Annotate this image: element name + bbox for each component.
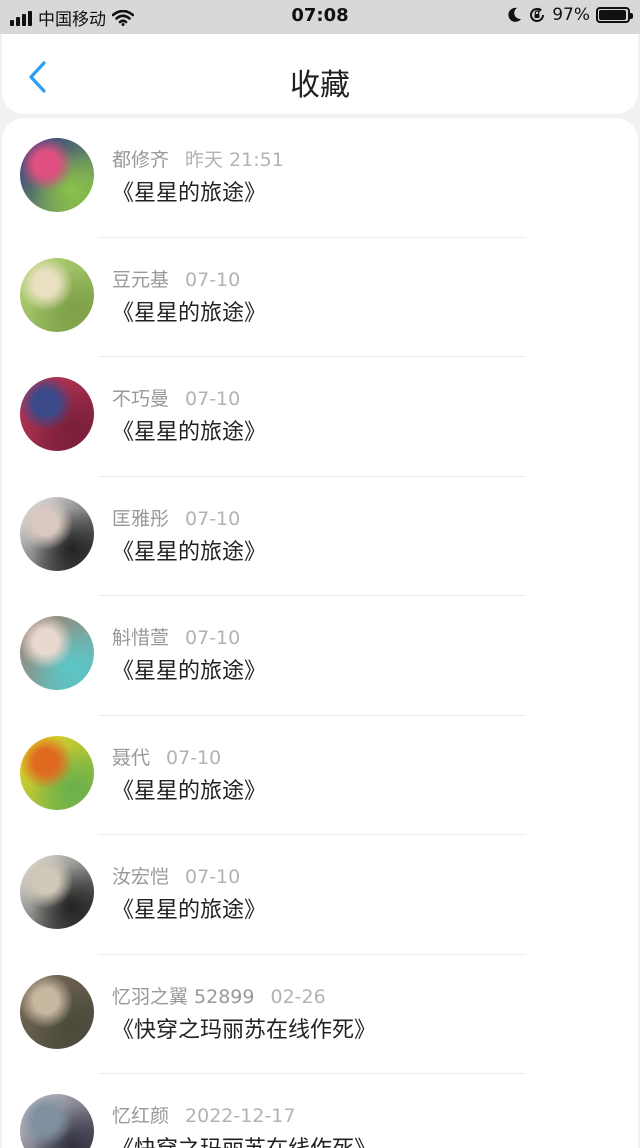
avatar[interactable] bbox=[20, 138, 94, 212]
item-meta: 豆元基 07-10 bbox=[112, 265, 240, 292]
list-item[interactable]: 忆红颜 2022-12-17 《快穿之玛丽苏在线作死》 bbox=[2, 1074, 638, 1148]
avatar[interactable] bbox=[20, 1094, 94, 1148]
item-meta: 忆红颜 2022-12-17 bbox=[112, 1101, 295, 1128]
avatar[interactable] bbox=[20, 855, 94, 929]
book-title[interactable]: 《星星的旅途》 bbox=[112, 773, 266, 805]
page-title: 收藏 bbox=[290, 68, 350, 103]
avatar[interactable] bbox=[20, 616, 94, 690]
battery-percent: 97% bbox=[552, 5, 590, 25]
list-item[interactable]: 聂代 07-10 《星星的旅途》 bbox=[2, 716, 638, 836]
user-name[interactable]: 忆红颜 bbox=[112, 1105, 169, 1127]
user-name[interactable]: 匡雅彤 bbox=[112, 508, 169, 530]
book-title[interactable]: 《星星的旅途》 bbox=[112, 414, 266, 446]
book-title[interactable]: 《星星的旅途》 bbox=[112, 892, 266, 924]
item-meta: 都修齐 昨天 21:51 bbox=[112, 145, 284, 172]
user-name[interactable]: 不巧曼 bbox=[112, 388, 169, 410]
user-name[interactable]: 忆羽之翼 52899 bbox=[112, 986, 254, 1008]
list-item[interactable]: 匡雅彤 07-10 《星星的旅途》 bbox=[2, 477, 638, 597]
user-name[interactable]: 聂代 bbox=[112, 747, 150, 769]
list-item[interactable]: 斛惜萱 07-10 《星星的旅途》 bbox=[2, 596, 638, 716]
book-title[interactable]: 《星星的旅途》 bbox=[112, 295, 266, 327]
item-meta: 不巧曼 07-10 bbox=[112, 384, 240, 411]
nav-header: 收藏 bbox=[2, 34, 638, 114]
item-date: 07-10 bbox=[166, 746, 222, 769]
item-meta: 忆羽之翼 52899 02-26 bbox=[112, 982, 326, 1009]
item-meta: 斛惜萱 07-10 bbox=[112, 623, 240, 650]
list-item[interactable]: 忆羽之翼 52899 02-26 《快穿之玛丽苏在线作死》 bbox=[2, 955, 638, 1075]
avatar[interactable] bbox=[20, 377, 94, 451]
list-item[interactable]: 都修齐 昨天 21:51 《星星的旅途》 bbox=[2, 118, 638, 238]
book-title[interactable]: 《快穿之玛丽苏在线作死》 bbox=[112, 1131, 376, 1148]
item-date: 02-26 bbox=[270, 985, 326, 1008]
item-meta: 匡雅彤 07-10 bbox=[112, 504, 240, 531]
item-date: 07-10 bbox=[185, 388, 241, 410]
avatar[interactable] bbox=[20, 257, 94, 332]
user-name[interactable]: 豆元基 bbox=[112, 269, 169, 291]
user-name[interactable]: 斛惜萱 bbox=[112, 627, 169, 649]
battery-fill bbox=[599, 10, 627, 20]
item-meta: 汝宏恺 07-10 bbox=[112, 862, 240, 889]
favorites-list: 都修齐 昨天 21:51 《星星的旅途》 豆元基 07-10 《星星的旅途》 不巧曼 07-1… bbox=[2, 118, 638, 1148]
item-date: 07-10 bbox=[185, 507, 241, 530]
item-date: 07-10 bbox=[185, 866, 241, 888]
rotation-lock-icon bbox=[530, 7, 545, 22]
moon-icon bbox=[508, 7, 522, 22]
user-name[interactable]: 汝宏恺 bbox=[112, 866, 169, 888]
status-right: 97% bbox=[508, 5, 633, 25]
item-meta: 聂代 07-10 bbox=[112, 743, 221, 770]
list-item[interactable]: 汝宏恺 07-10 《星星的旅途》 bbox=[2, 835, 638, 955]
avatar[interactable] bbox=[20, 735, 94, 810]
list-item[interactable]: 不巧曼 07-10 《星星的旅途》 bbox=[2, 357, 638, 477]
item-date: 2022-12-17 bbox=[185, 1105, 296, 1127]
book-title[interactable]: 《快穿之玛丽苏在线作死》 bbox=[112, 1012, 376, 1044]
item-date: 07-10 bbox=[185, 627, 241, 649]
avatar[interactable] bbox=[20, 496, 94, 571]
item-date: 07-10 bbox=[185, 268, 241, 291]
list-item[interactable]: 豆元基 07-10 《星星的旅途》 bbox=[2, 238, 638, 358]
book-title[interactable]: 《星星的旅途》 bbox=[112, 534, 266, 566]
book-title[interactable]: 《星星的旅途》 bbox=[112, 653, 266, 685]
battery-icon bbox=[596, 7, 633, 23]
status-bar: 中国移动 07:08 97% bbox=[0, 0, 640, 34]
user-name[interactable]: 都修齐 bbox=[112, 149, 169, 171]
book-title[interactable]: 《星星的旅途》 bbox=[112, 175, 266, 207]
item-date: 昨天 21:51 bbox=[185, 149, 284, 171]
avatar[interactable] bbox=[20, 974, 94, 1049]
